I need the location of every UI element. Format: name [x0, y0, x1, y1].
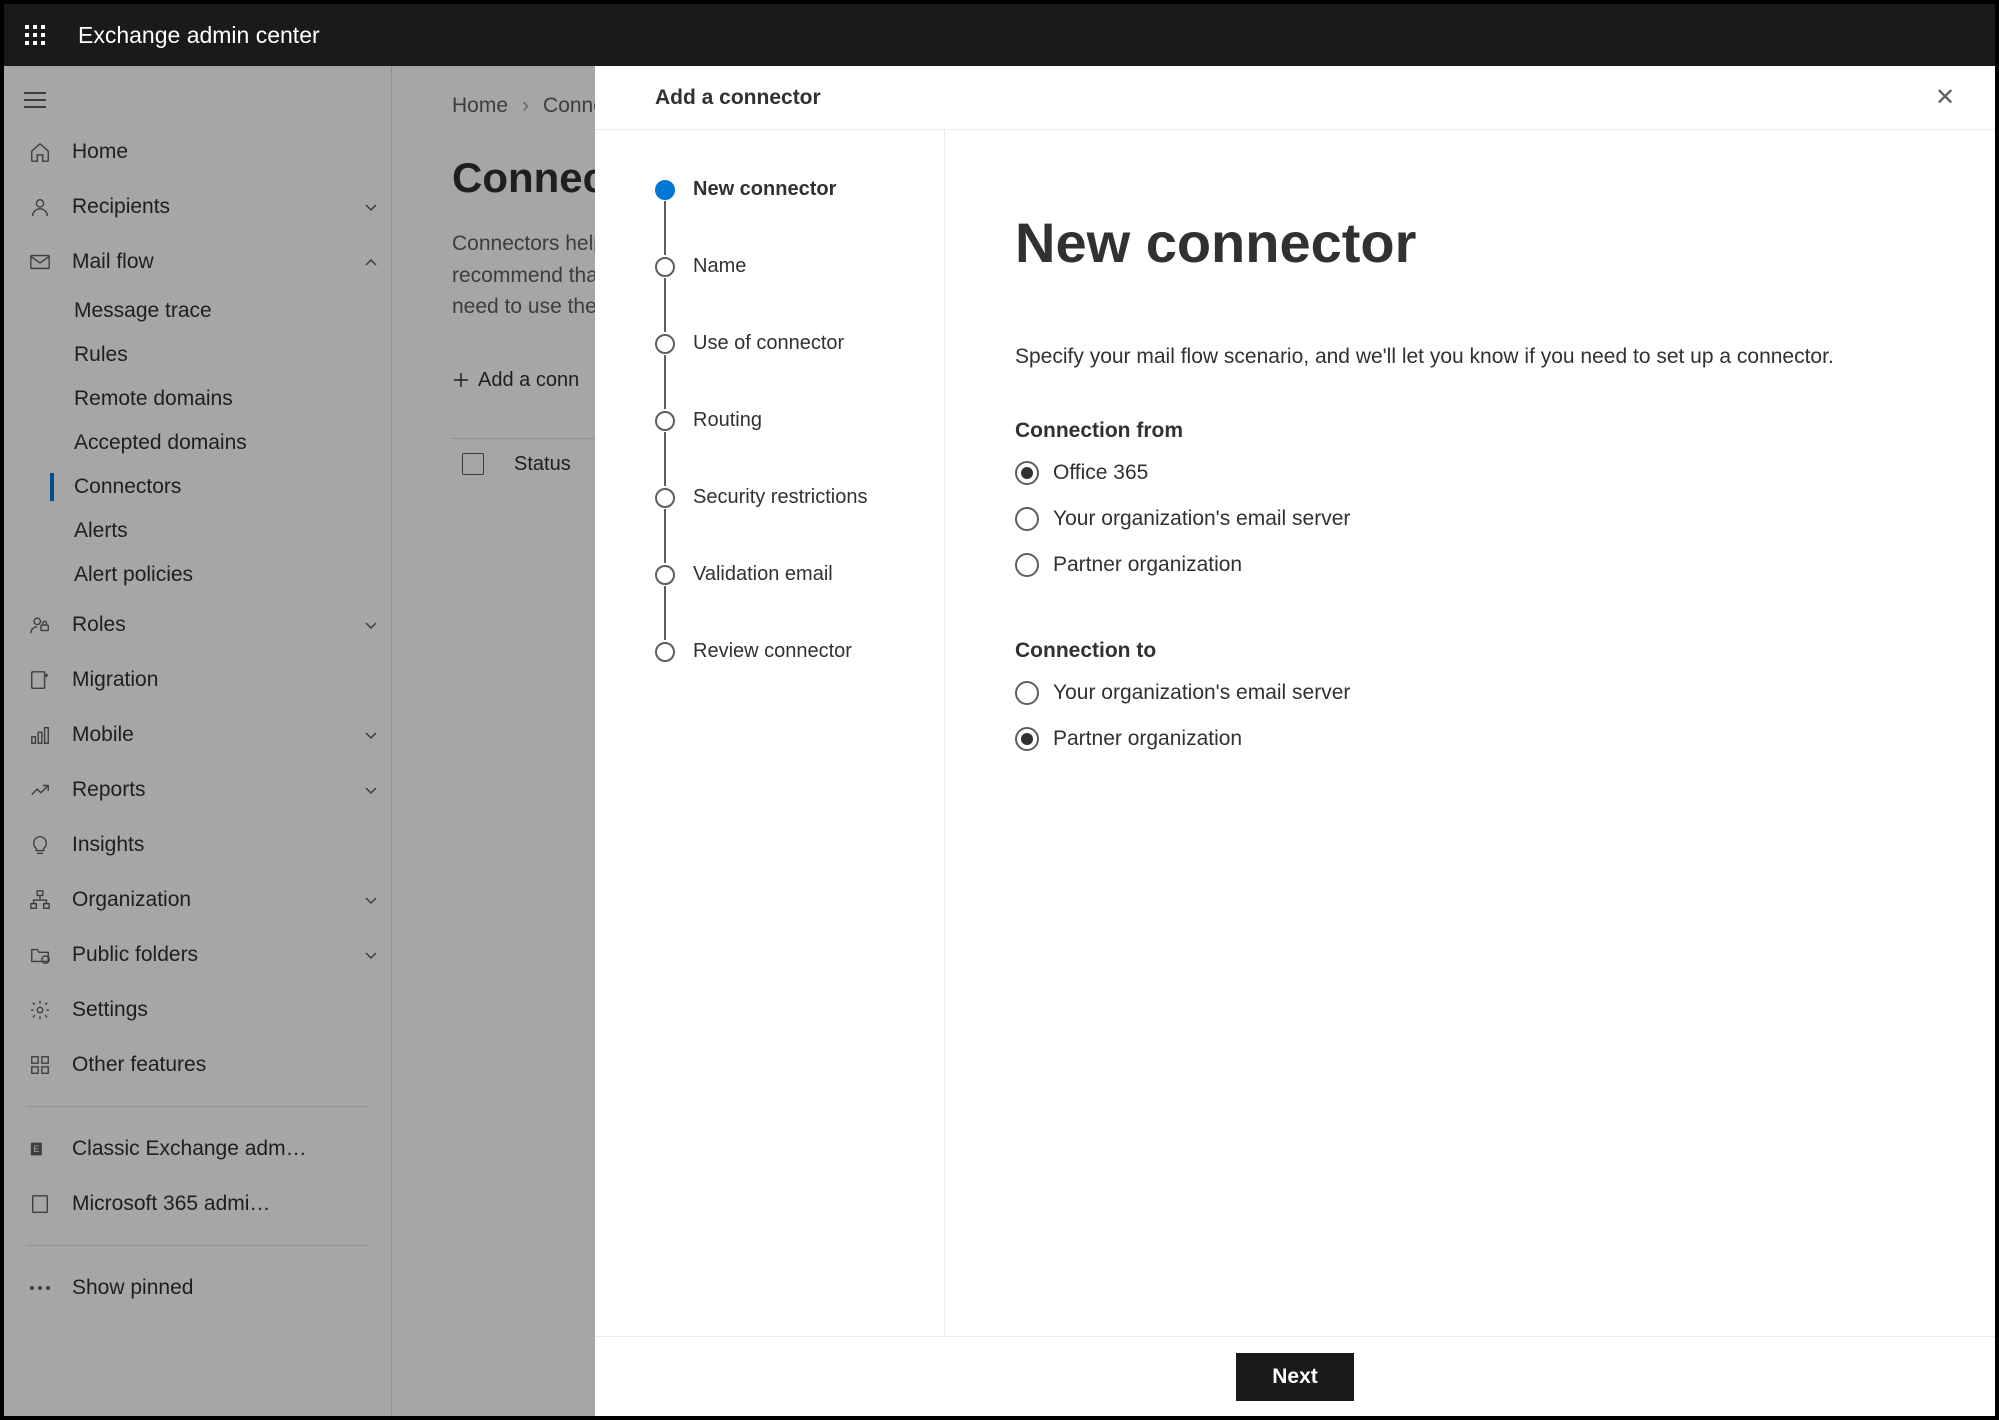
dialog-footer: Next: [595, 1336, 1995, 1416]
form-heading: New connector: [1015, 210, 1925, 275]
step-label: Use of connector: [693, 332, 844, 355]
step-label: Review connector: [693, 640, 852, 663]
step-connector-line: [664, 432, 666, 486]
step-dot-icon: [655, 334, 675, 354]
step-routing[interactable]: Routing: [655, 409, 914, 432]
connection-to-label: Connection to: [1015, 639, 1925, 663]
topbar: Exchange admin center: [4, 4, 1995, 66]
radio-icon: [1015, 507, 1039, 531]
dialog-header: Add a connector ✕: [595, 66, 1995, 130]
step-label: New connector: [693, 178, 836, 201]
step-connector-line: [664, 509, 666, 563]
radio-from-office365[interactable]: Office 365: [1015, 461, 1925, 485]
radio-label: Your organization's email server: [1053, 507, 1350, 531]
step-connector-line: [664, 278, 666, 332]
radio-label: Office 365: [1053, 461, 1148, 485]
step-dot-icon: [655, 180, 675, 200]
step-new-connector[interactable]: New connector: [655, 178, 914, 201]
radio-icon: [1015, 461, 1039, 485]
add-connector-dialog: Add a connector ✕ New connector Name: [595, 66, 1995, 1416]
step-connector-line: [664, 586, 666, 640]
connection-from-label: Connection from: [1015, 419, 1925, 443]
step-label: Security restrictions: [693, 486, 868, 509]
radio-label: Partner organization: [1053, 553, 1242, 577]
radio-from-org-server[interactable]: Your organization's email server: [1015, 507, 1925, 531]
step-validation-email[interactable]: Validation email: [655, 563, 914, 586]
radio-label: Partner organization: [1053, 727, 1242, 751]
radio-from-partner[interactable]: Partner organization: [1015, 553, 1925, 577]
step-review-connector[interactable]: Review connector: [655, 640, 914, 663]
step-dot-icon: [655, 257, 675, 277]
radio-to-partner[interactable]: Partner organization: [1015, 727, 1925, 751]
close-icon[interactable]: ✕: [1923, 76, 1967, 120]
radio-icon: [1015, 727, 1039, 751]
step-connector-line: [664, 201, 666, 255]
wizard-form: New connector Specify your mail flow sce…: [945, 130, 1995, 1336]
step-label: Name: [693, 255, 746, 278]
radio-icon: [1015, 681, 1039, 705]
step-name[interactable]: Name: [655, 255, 914, 278]
app-title: Exchange admin center: [66, 22, 320, 49]
step-dot-icon: [655, 642, 675, 662]
step-label: Validation email: [693, 563, 833, 586]
next-button[interactable]: Next: [1236, 1353, 1354, 1401]
step-dot-icon: [655, 488, 675, 508]
step-connector-line: [664, 355, 666, 409]
wizard-stepper: New connector Name Use of connector: [595, 130, 945, 1336]
step-use-of-connector[interactable]: Use of connector: [655, 332, 914, 355]
radio-to-org-server[interactable]: Your organization's email server: [1015, 681, 1925, 705]
radio-label: Your organization's email server: [1053, 681, 1350, 705]
app-launcher-icon[interactable]: [4, 4, 66, 66]
form-intro: Specify your mail flow scenario, and we'…: [1015, 345, 1925, 369]
step-dot-icon: [655, 411, 675, 431]
dialog-title: Add a connector: [655, 86, 1923, 110]
step-dot-icon: [655, 565, 675, 585]
step-security-restrictions[interactable]: Security restrictions: [655, 486, 914, 509]
step-label: Routing: [693, 409, 762, 432]
radio-icon: [1015, 553, 1039, 577]
